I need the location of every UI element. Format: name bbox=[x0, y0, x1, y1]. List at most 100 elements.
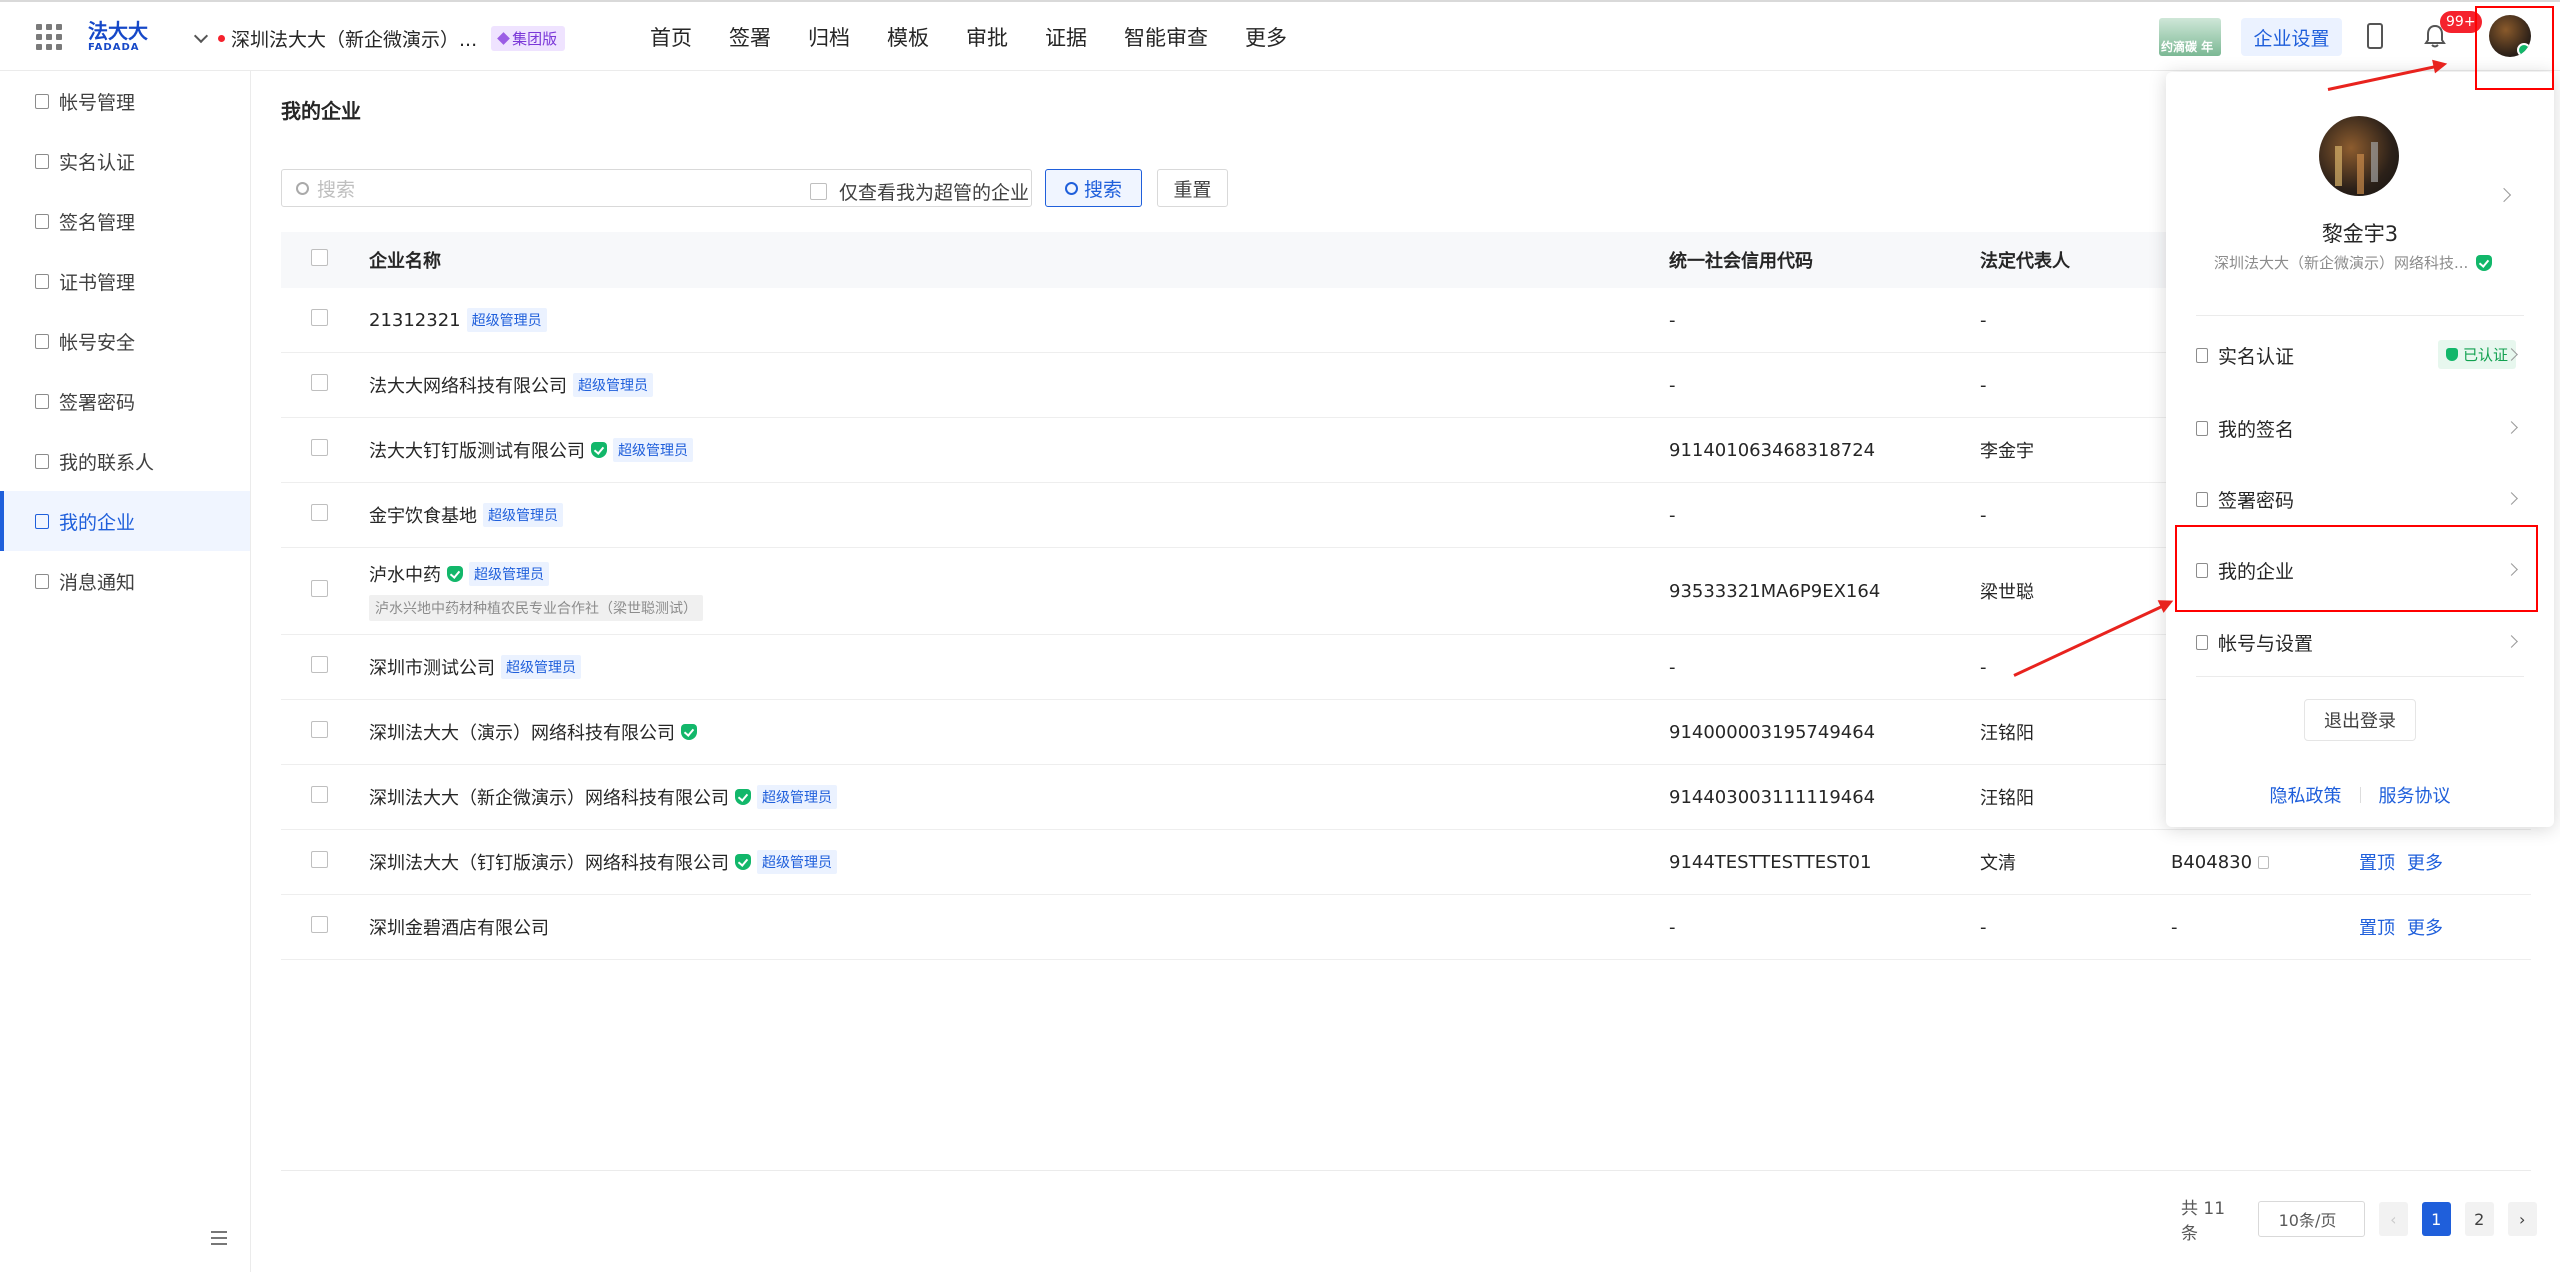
enterprise-name[interactable]: 金宇饮食基地 bbox=[369, 502, 477, 528]
signature-icon bbox=[2196, 420, 2208, 436]
legal-rep-cell: - bbox=[1980, 656, 1987, 678]
sidebar-item-security[interactable]: 帐号安全 bbox=[0, 311, 250, 371]
enterprise-name[interactable]: 法大大网络科技有限公司 bbox=[369, 372, 567, 398]
enterprise-name-cell: 深圳市测试公司 超级管理员 bbox=[369, 654, 1669, 680]
contacts-icon bbox=[35, 453, 49, 469]
page-1-button[interactable]: 1 bbox=[2421, 1202, 2451, 1236]
super-admin-tag: 超级管理员 bbox=[469, 562, 549, 586]
nav-sign[interactable]: 签署 bbox=[729, 24, 771, 52]
sidebar-item-contacts[interactable]: 我的联系人 bbox=[0, 431, 250, 491]
enterprise-name[interactable]: 深圳市测试公司 bbox=[369, 654, 495, 680]
copy-icon[interactable] bbox=[2258, 856, 2270, 869]
enterprise-icon bbox=[35, 513, 49, 529]
nav-evidence[interactable]: 证据 bbox=[1045, 24, 1087, 52]
enterprise-name[interactable]: 法大大钉钉版测试有限公司 bbox=[369, 437, 585, 463]
privacy-policy-link[interactable]: 隐私政策 bbox=[2270, 782, 2342, 808]
sidebar-item-verify[interactable]: 实名认证 bbox=[0, 131, 250, 191]
logo-cn: 法大大 bbox=[88, 19, 148, 43]
menu-item-label: 我的签名 bbox=[2218, 418, 2295, 441]
nav-archive[interactable]: 归档 bbox=[808, 24, 850, 52]
pagination: 共 11 条 10条/页 ‹ 1 2 › 前往 1 页 bbox=[2181, 1199, 2560, 1244]
prev-page-button[interactable]: ‹ bbox=[2378, 1202, 2408, 1236]
sidebar-item-label: 实名认证 bbox=[59, 151, 136, 174]
reset-button[interactable]: 重置 bbox=[1157, 169, 1228, 207]
user-org: 深圳法大大（新企微演示）网络科技... bbox=[2214, 252, 2493, 273]
service-agreement-link[interactable]: 服务协议 bbox=[2379, 782, 2451, 808]
enterprise-name-cell: 法大大钉钉版测试有限公司 超级管理员 bbox=[369, 437, 1669, 463]
next-page-button[interactable]: › bbox=[2507, 1202, 2537, 1236]
enterprise-name-line: 深圳金碧酒店有限公司 bbox=[369, 914, 1669, 940]
mobile-icon[interactable] bbox=[2367, 23, 2383, 49]
row-checkbox[interactable] bbox=[311, 851, 328, 868]
verified-shield-icon bbox=[2476, 254, 2493, 271]
message-icon bbox=[35, 573, 49, 589]
row-checkbox[interactable] bbox=[311, 374, 328, 391]
nav-template[interactable]: 模板 bbox=[887, 24, 929, 52]
promo-banner[interactable]: 约滴碳 年 bbox=[2159, 18, 2221, 56]
legal-rep-cell: - bbox=[1980, 309, 1987, 331]
menu-item-my-signature[interactable]: 我的签名 bbox=[2196, 408, 2524, 448]
nav-approval[interactable]: 审批 bbox=[966, 24, 1008, 52]
pin-top-link[interactable]: 置顶 bbox=[2359, 914, 2395, 940]
legal-rep-cell: 梁世聪 bbox=[1980, 582, 2034, 603]
sidebar-item-account[interactable]: 帐号管理 bbox=[0, 71, 250, 131]
menu-item-sign-password[interactable]: 签署密码 bbox=[2196, 479, 2524, 519]
enterprise-name[interactable]: 深圳法大大（钉钉版演示）网络科技有限公司 bbox=[369, 849, 729, 875]
logout-button[interactable]: 退出登录 bbox=[2304, 699, 2416, 741]
table-row[interactable]: 深圳金碧酒店有限公司 - - - 置顶 更多 bbox=[281, 895, 2531, 960]
table-row[interactable]: 深圳法大大（钉钉版演示）网络科技有限公司 超级管理员 9144TESTTESTTES… bbox=[281, 830, 2531, 895]
chevron-down-icon bbox=[193, 28, 209, 44]
legal-rep-cell: - bbox=[1980, 504, 1987, 526]
select-all-checkbox[interactable] bbox=[311, 249, 328, 266]
sidebar-item-messages[interactable]: 消息通知 bbox=[0, 551, 250, 611]
row-checkbox[interactable] bbox=[311, 721, 328, 738]
nav-more[interactable]: 更多 bbox=[1245, 24, 1287, 52]
page-title: 我的企业 bbox=[281, 99, 361, 123]
enterprise-name-line: 泸水中药 超级管理员 bbox=[369, 561, 1669, 587]
search-icon bbox=[1064, 181, 1078, 195]
enterprise-settings-button[interactable]: 企业设置 bbox=[2241, 18, 2342, 56]
nav-home[interactable]: 首页 bbox=[650, 24, 692, 52]
menu-item-real-name-auth[interactable]: 实名认证 已认证 bbox=[2196, 335, 2524, 375]
row-checkbox[interactable] bbox=[311, 656, 328, 673]
super-admin-tag: 超级管理员 bbox=[613, 438, 693, 462]
apps-grid-icon[interactable] bbox=[36, 24, 62, 50]
shield-icon bbox=[2446, 348, 2458, 361]
search-button[interactable]: 搜索 bbox=[1045, 169, 1142, 207]
enterprise-name[interactable]: 21312321 bbox=[369, 310, 461, 331]
row-checkbox[interactable] bbox=[311, 504, 328, 521]
verified-badge-label: 已认证 bbox=[2463, 346, 2509, 364]
chevron-right-icon[interactable] bbox=[2496, 187, 2512, 203]
sidebar-item-certificate[interactable]: 证书管理 bbox=[0, 251, 250, 311]
sidebar-item-signature[interactable]: 签名管理 bbox=[0, 191, 250, 251]
enterprise-name[interactable]: 深圳金碧酒店有限公司 bbox=[369, 914, 549, 940]
enterprise-name[interactable]: 深圳法大大（新企微演示）网络科技有限公司 bbox=[369, 784, 729, 810]
row-checkbox[interactable] bbox=[311, 786, 328, 803]
row-checkbox[interactable] bbox=[311, 580, 328, 597]
pin-top-link[interactable]: 置顶 bbox=[2359, 849, 2395, 875]
row-select-cell bbox=[281, 374, 369, 396]
more-link[interactable]: 更多 bbox=[2407, 914, 2443, 940]
sidebar-item-sign-password[interactable]: 签署密码 bbox=[0, 371, 250, 431]
credit-code-cell: 914403003111119464 bbox=[1669, 786, 1876, 808]
row-select-cell bbox=[281, 439, 369, 461]
row-checkbox[interactable] bbox=[311, 439, 328, 456]
page-2-button[interactable]: 2 bbox=[2464, 1202, 2494, 1236]
enterprise-name[interactable]: 泸水中药 bbox=[369, 561, 441, 587]
only-super-admin-filter[interactable]: 仅查看我为超管的企业 bbox=[810, 178, 1029, 205]
sidebar-item-my-enterprise[interactable]: 我的企业 bbox=[0, 491, 250, 551]
status-dot bbox=[218, 34, 225, 42]
org-selector[interactable]: 深圳法大大（新企微演示）... 集团版 bbox=[193, 25, 566, 51]
menu-item-account-settings[interactable]: 帐号与设置 bbox=[2196, 622, 2524, 662]
row-checkbox[interactable] bbox=[311, 916, 328, 933]
enterprise-name[interactable]: 深圳法大大（演示）网络科技有限公司 bbox=[369, 719, 675, 745]
row-checkbox[interactable] bbox=[311, 309, 328, 326]
nav-smart-review[interactable]: 智能审查 bbox=[1124, 24, 1208, 52]
org-name: 深圳法大大（新企微演示）... bbox=[231, 28, 478, 51]
page-size-select[interactable]: 10条/页 bbox=[2257, 1201, 2365, 1237]
only-super-checkbox[interactable] bbox=[810, 183, 827, 200]
sidebar-item-label: 签名管理 bbox=[59, 211, 136, 234]
fadada-logo[interactable]: 法大大 FADADA bbox=[88, 20, 152, 56]
collapse-sidebar-icon[interactable] bbox=[211, 1231, 227, 1245]
more-link[interactable]: 更多 bbox=[2407, 849, 2443, 875]
